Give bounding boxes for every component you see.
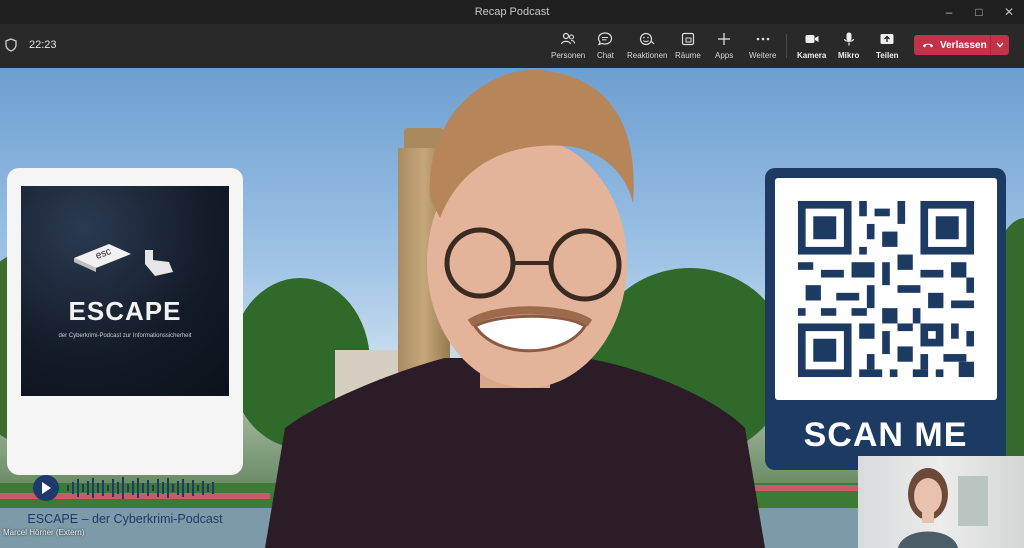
camera-icon — [805, 35, 819, 43]
self-view-person — [898, 468, 988, 548]
audio-waveform — [67, 477, 214, 499]
toolbar-divider — [786, 34, 787, 58]
phone-hangup-icon — [923, 43, 933, 48]
microphone-label: Mikro — [838, 51, 860, 60]
chevron-down-icon — [996, 42, 1004, 48]
podcast-cover-tagline: der Cyberkrimi-Podcast zur Informationss… — [58, 333, 192, 339]
microphone-icon — [843, 32, 854, 46]
qr-scan-label: SCAN ME — [803, 416, 968, 454]
share-icon — [880, 34, 894, 44]
rooms-button[interactable]: Räume — [675, 28, 701, 64]
chat-icon — [598, 32, 613, 46]
share-button[interactable]: Teilen — [876, 28, 899, 64]
play-icon — [42, 482, 51, 494]
more-button[interactable]: Weitere — [749, 28, 776, 64]
plus-icon — [718, 33, 731, 45]
title-bar: Recap Podcast – □ ✕ — [0, 0, 1024, 24]
reactions-label: Reaktionen — [627, 51, 668, 60]
esc-key-icon: esc — [74, 244, 131, 272]
leave-options-button[interactable] — [989, 35, 1009, 55]
people-button[interactable]: Personen — [551, 28, 585, 64]
podcast-name: ESCAPE – der Cyberkrimi-Podcast — [27, 512, 223, 526]
share-label: Teilen — [876, 51, 899, 60]
leave-label: Verlassen — [940, 39, 987, 51]
window-title: Recap Podcast — [474, 6, 550, 18]
apps-label: Apps — [715, 51, 734, 60]
microphone-button[interactable]: Mikro — [838, 28, 859, 64]
play-button[interactable] — [33, 475, 59, 501]
qr-code-icon[interactable] — [775, 178, 997, 400]
camera-label: Kamera — [797, 51, 827, 60]
camera-button[interactable]: Kamera — [797, 28, 826, 64]
maximize-icon[interactable]: □ — [964, 0, 994, 24]
qr-code-frame — [775, 178, 997, 400]
chat-label: Chat — [597, 51, 614, 60]
meeting-timer: 22:23 — [29, 39, 57, 51]
pointer-hand-icon — [145, 250, 173, 276]
more-icon — [756, 37, 770, 41]
background-flowerbed — [750, 485, 860, 491]
minimize-icon[interactable]: – — [934, 0, 964, 24]
self-view-video[interactable] — [858, 456, 1024, 548]
shield-icon — [5, 38, 17, 52]
people-icon — [561, 32, 576, 45]
participant-name-label: Marcel Hörner (Extern) — [3, 528, 85, 537]
more-label: Weitere — [749, 51, 777, 60]
video-stage: esc ESCAPE der Cyberkrimi-Podcast zur In… — [0, 68, 1024, 548]
chat-button[interactable]: Chat — [597, 28, 614, 64]
reactions-icon — [640, 32, 655, 46]
close-icon[interactable]: ✕ — [994, 0, 1024, 24]
rooms-label: Räume — [675, 51, 701, 60]
leave-button-group: Verlassen — [914, 35, 1009, 55]
apps-button[interactable]: Apps — [715, 28, 733, 64]
meeting-toolbar: 22:23 Personen Chat Reaktionen Räume App… — [0, 24, 1024, 68]
podcast-cover: esc ESCAPE der Cyberkrimi-Podcast zur In… — [21, 186, 229, 396]
podcast-card: esc ESCAPE der Cyberkrimi-Podcast zur In… — [7, 168, 243, 526]
rooms-icon — [681, 32, 694, 46]
reactions-button[interactable]: Reaktionen — [627, 28, 667, 64]
leave-button[interactable]: Verlassen — [914, 35, 990, 55]
podcast-cover-title: ESCAPE — [68, 296, 182, 326]
window-controls: – □ ✕ — [934, 0, 1024, 24]
people-label: Personen — [551, 51, 586, 60]
qr-code-card: SCAN ME — [765, 168, 1006, 470]
speaker-video — [265, 69, 765, 548]
